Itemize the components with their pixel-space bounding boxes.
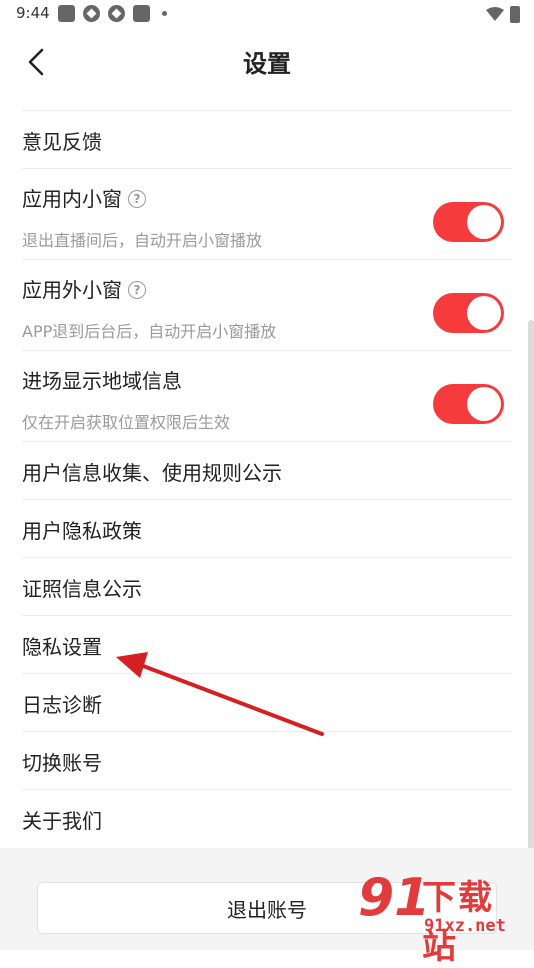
settings-item-label: 隐私设置 [22, 635, 102, 659]
header: 设置 [0, 30, 534, 94]
settings-item-license-info[interactable]: 证照信息公示 [22, 557, 512, 615]
settings-item-label: 用户隐私政策 [22, 519, 142, 543]
out-app-pip-toggle[interactable] [433, 293, 504, 333]
settings-item-label: 关于我们 [22, 809, 102, 833]
settings-item-label: 日志诊断 [22, 693, 102, 717]
settings-item-switch-account[interactable]: 切换账号 [22, 731, 512, 789]
settings-item-privacy-policy[interactable]: 用户隐私政策 [22, 499, 512, 557]
help-icon[interactable]: ? [128, 190, 146, 208]
toggle-knob [467, 296, 501, 330]
app-notification-icon [58, 5, 75, 22]
wifi-icon [486, 7, 504, 21]
more-notifications-icon [162, 11, 167, 16]
settings-item-info-collection-rules[interactable]: 用户信息收集、使用规则公示 [22, 441, 512, 499]
settings-item-label: 进场显示地域信息 [22, 369, 182, 393]
system-icons [486, 6, 520, 23]
settings-item-label: 用户信息收集、使用规则公示 [22, 461, 282, 485]
watermark-url: 91xz.net [424, 916, 506, 936]
app-notification-icon [108, 5, 125, 22]
page-title: 设置 [243, 50, 291, 78]
status-time: 9:44 [16, 4, 50, 22]
settings-item-region-info: 进场显示地域信息 仅在开启获取位置权限后生效 [22, 350, 512, 441]
settings-item-description: 仅在开启获取位置权限后生效 [22, 413, 231, 432]
toggle-knob [467, 205, 501, 239]
settings-item-label: 应用外小窗? [22, 274, 146, 303]
settings-item-privacy-settings[interactable]: 隐私设置 [22, 615, 512, 673]
status-bar: 9:44 [0, 0, 534, 30]
app-notification-icon [133, 5, 150, 22]
scrollbar[interactable] [528, 320, 534, 850]
settings-item-label: 意见反馈 [22, 130, 102, 154]
settings-item-out-app-pip: 应用外小窗? APP退到后台后，自动开启小窗播放 [22, 259, 512, 350]
help-icon[interactable]: ? [128, 281, 146, 299]
toggle-knob [467, 387, 501, 421]
settings-list: 意见反馈 应用内小窗? 退出直播间后，自动开启小窗播放 应用外小窗? APP退到… [22, 110, 512, 847]
settings-item-description: APP退到后台后，自动开启小窗播放 [22, 322, 277, 341]
watermark-logo: 91 下载站 91xz.net [358, 866, 528, 967]
notification-icons [58, 5, 167, 22]
watermark-91: 91 [358, 868, 431, 928]
settings-item-feedback[interactable]: 意见反馈 [22, 110, 512, 168]
settings-item-in-app-pip: 应用内小窗? 退出直播间后，自动开启小窗播放 [22, 168, 512, 259]
in-app-pip-toggle[interactable] [433, 202, 504, 242]
settings-item-label: 应用内小窗? [22, 183, 146, 212]
battery-icon [510, 6, 520, 23]
settings-item-label: 切换账号 [22, 751, 102, 775]
settings-item-log-diagnosis[interactable]: 日志诊断 [22, 673, 512, 731]
region-info-toggle[interactable] [433, 384, 504, 424]
settings-item-label: 证照信息公示 [22, 577, 142, 601]
settings-item-description: 退出直播间后，自动开启小窗播放 [22, 231, 263, 250]
settings-item-about-us[interactable]: 关于我们 [22, 789, 512, 847]
app-notification-icon [83, 5, 100, 22]
